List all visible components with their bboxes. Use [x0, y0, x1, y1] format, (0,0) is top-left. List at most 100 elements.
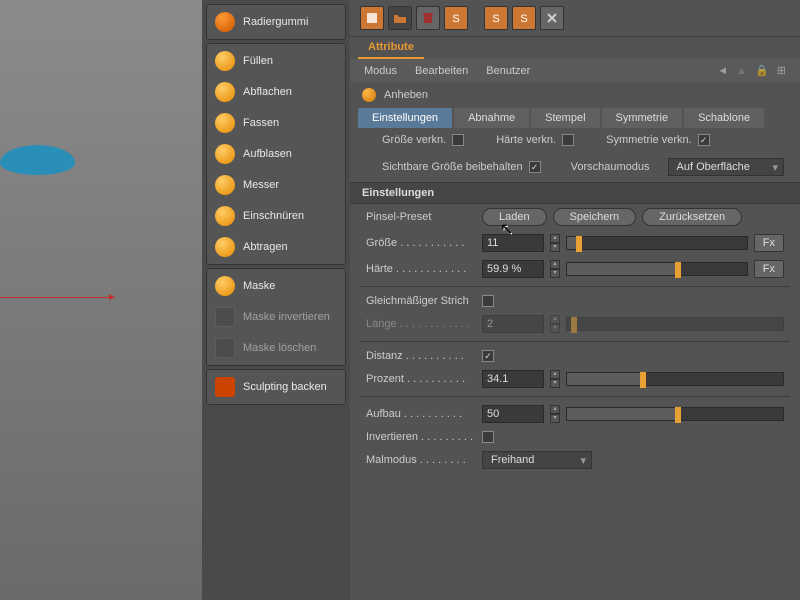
tool-icon [215, 12, 235, 32]
divider [360, 341, 790, 342]
hard-link-label: Härte verkn. [496, 134, 556, 146]
lock-icon[interactable]: 🔒 [755, 64, 769, 77]
size-fx-button[interactable]: Fx [754, 234, 784, 252]
tool-label: Maske invertieren [243, 311, 330, 323]
toolbar-trash-icon[interactable] [416, 6, 440, 30]
invert-row: Invertieren . . . . . . . . . [350, 427, 800, 447]
size-link-label: Größe verkn. [382, 134, 446, 146]
buildup-slider[interactable] [566, 407, 784, 421]
percent-slider[interactable] [566, 372, 784, 386]
buildup-row: Aufbau . . . . . . . . . . ▴▾ [350, 401, 800, 427]
tool-icon [215, 51, 235, 71]
paintmode-label: Malmodus . . . . . . . . [366, 454, 476, 466]
percent-spinner[interactable]: ▴▾ [550, 370, 560, 388]
tool-icon [215, 144, 235, 164]
distance-check[interactable] [482, 350, 494, 362]
toolbar-new-icon[interactable] [360, 6, 384, 30]
save-button[interactable]: Speichern [553, 208, 637, 226]
visible-size-check[interactable] [529, 161, 541, 173]
size-link-check[interactable] [452, 134, 464, 146]
tool-label: Fassen [243, 117, 279, 129]
tool-label: Abtragen [243, 241, 288, 253]
invert-check[interactable] [482, 431, 494, 443]
attr-menubar: Modus Bearbeiten Benutzer ◄ ▲ 🔒 ⊞ [350, 59, 800, 82]
toolbar-folder-icon[interactable] [388, 6, 412, 30]
sym-link-check[interactable] [698, 134, 710, 146]
hardness-row: Härte . . . . . . . . . . . . ▴▾ Fx [350, 256, 800, 282]
preview-label: Vorschaumodus [571, 161, 650, 173]
hard-link-check[interactable] [562, 134, 574, 146]
hardness-spinner[interactable]: ▴▾ [550, 260, 560, 278]
tool-abtragen[interactable]: Abtragen [209, 232, 343, 262]
tool-abflachen[interactable]: Abflachen [209, 77, 343, 107]
percent-input[interactable] [482, 370, 544, 388]
length-spinner: ▴▾ [550, 315, 560, 333]
tool-icon [215, 276, 235, 296]
menu-benutzer[interactable]: Benutzer [486, 65, 530, 77]
pin-icon[interactable]: ⊞ [777, 64, 786, 77]
tool-radiergummi[interactable]: Radiergummi [209, 7, 343, 37]
even-stroke-check[interactable] [482, 295, 494, 307]
tool-label: Maske löschen [243, 342, 316, 354]
ptab-schablone[interactable]: Schablone [684, 108, 764, 128]
preset-label: Pinsel-Preset [366, 211, 476, 223]
toolbar-s2-icon[interactable]: S [484, 6, 508, 30]
tool-aufblasen[interactable]: Aufblasen [209, 139, 343, 169]
tool-maske-löschen: Maske löschen [209, 333, 343, 363]
tool-fassen[interactable]: Fassen [209, 108, 343, 138]
svg-text:S: S [452, 13, 459, 25]
tool-sculpting-backen[interactable]: Sculpting backen [209, 372, 343, 402]
toolbar-s3-icon[interactable]: S [512, 6, 536, 30]
hardness-slider[interactable] [566, 262, 748, 276]
nav-up-icon[interactable]: ▲ [736, 65, 747, 77]
length-input[interactable] [482, 315, 544, 333]
tool-einschnüren[interactable]: Einschnüren [209, 201, 343, 231]
even-stroke-row: Gleichmäßiger Strich [350, 291, 800, 311]
ptab-stempel[interactable]: Stempel [531, 108, 599, 128]
ptab-symmetrie[interactable]: Symmetrie [602, 108, 683, 128]
nav-back-icon[interactable]: ◄ [717, 65, 728, 77]
size-spinner[interactable]: ▴▾ [550, 234, 560, 252]
load-button[interactable]: Laden [482, 208, 547, 226]
paintmode-dropdown[interactable]: Freihand [482, 451, 592, 469]
visible-size-label: Sichtbare Größe beibehalten [382, 161, 523, 173]
svg-text:S: S [492, 13, 499, 25]
tool-icon [215, 338, 235, 358]
mode-label: Anheben [384, 89, 428, 101]
toolbar-x-icon[interactable] [540, 6, 564, 30]
toolbar-s1-icon[interactable]: S [444, 6, 468, 30]
tool-icon [215, 113, 235, 133]
property-tabs: EinstellungenAbnahmeStempelSymmetrieScha… [350, 108, 800, 128]
viewport-3d[interactable] [0, 0, 202, 600]
paintmode-row: Malmodus . . . . . . . . Freihand [350, 447, 800, 473]
even-stroke-label: Gleichmäßiger Strich [366, 295, 476, 307]
divider [360, 286, 790, 287]
preset-row: Pinsel-Preset Laden Speichern Zurücksetz… [350, 204, 800, 230]
hardness-label: Härte . . . . . . . . . . . . [366, 263, 476, 275]
hardness-fx-button[interactable]: Fx [754, 260, 784, 278]
tool-messer[interactable]: Messer [209, 170, 343, 200]
reset-button[interactable]: Zurücksetzen [642, 208, 742, 226]
tool-füllen[interactable]: Füllen [209, 46, 343, 76]
preview-row: Sichtbare Größe beibehalten Vorschaumodu… [350, 152, 800, 182]
tab-attribute[interactable]: Attribute [358, 37, 424, 59]
tool-maske[interactable]: Maske [209, 271, 343, 301]
tool-icon [215, 307, 235, 327]
hardness-input[interactable] [482, 260, 544, 278]
buildup-input[interactable] [482, 405, 544, 423]
ptab-einstellungen[interactable]: Einstellungen [358, 108, 452, 128]
ptab-abnahme[interactable]: Abnahme [454, 108, 529, 128]
menu-modus[interactable]: Modus [364, 65, 397, 77]
sym-link-label: Symmetrie verkn. [606, 134, 692, 146]
distance-label: Distanz . . . . . . . . . . [366, 350, 476, 362]
link-checks-row: Größe verkn. Härte verkn. Symmetrie verk… [350, 128, 800, 152]
menu-bearbeiten[interactable]: Bearbeiten [415, 65, 468, 77]
tool-icon [215, 206, 235, 226]
buildup-label: Aufbau . . . . . . . . . . [366, 408, 476, 420]
tool-icon [215, 82, 235, 102]
tool-icon [215, 237, 235, 257]
size-input[interactable] [482, 234, 544, 252]
preview-dropdown[interactable]: Auf Oberfläche [668, 158, 784, 176]
buildup-spinner[interactable]: ▴▾ [550, 405, 560, 423]
size-slider[interactable] [566, 236, 748, 250]
